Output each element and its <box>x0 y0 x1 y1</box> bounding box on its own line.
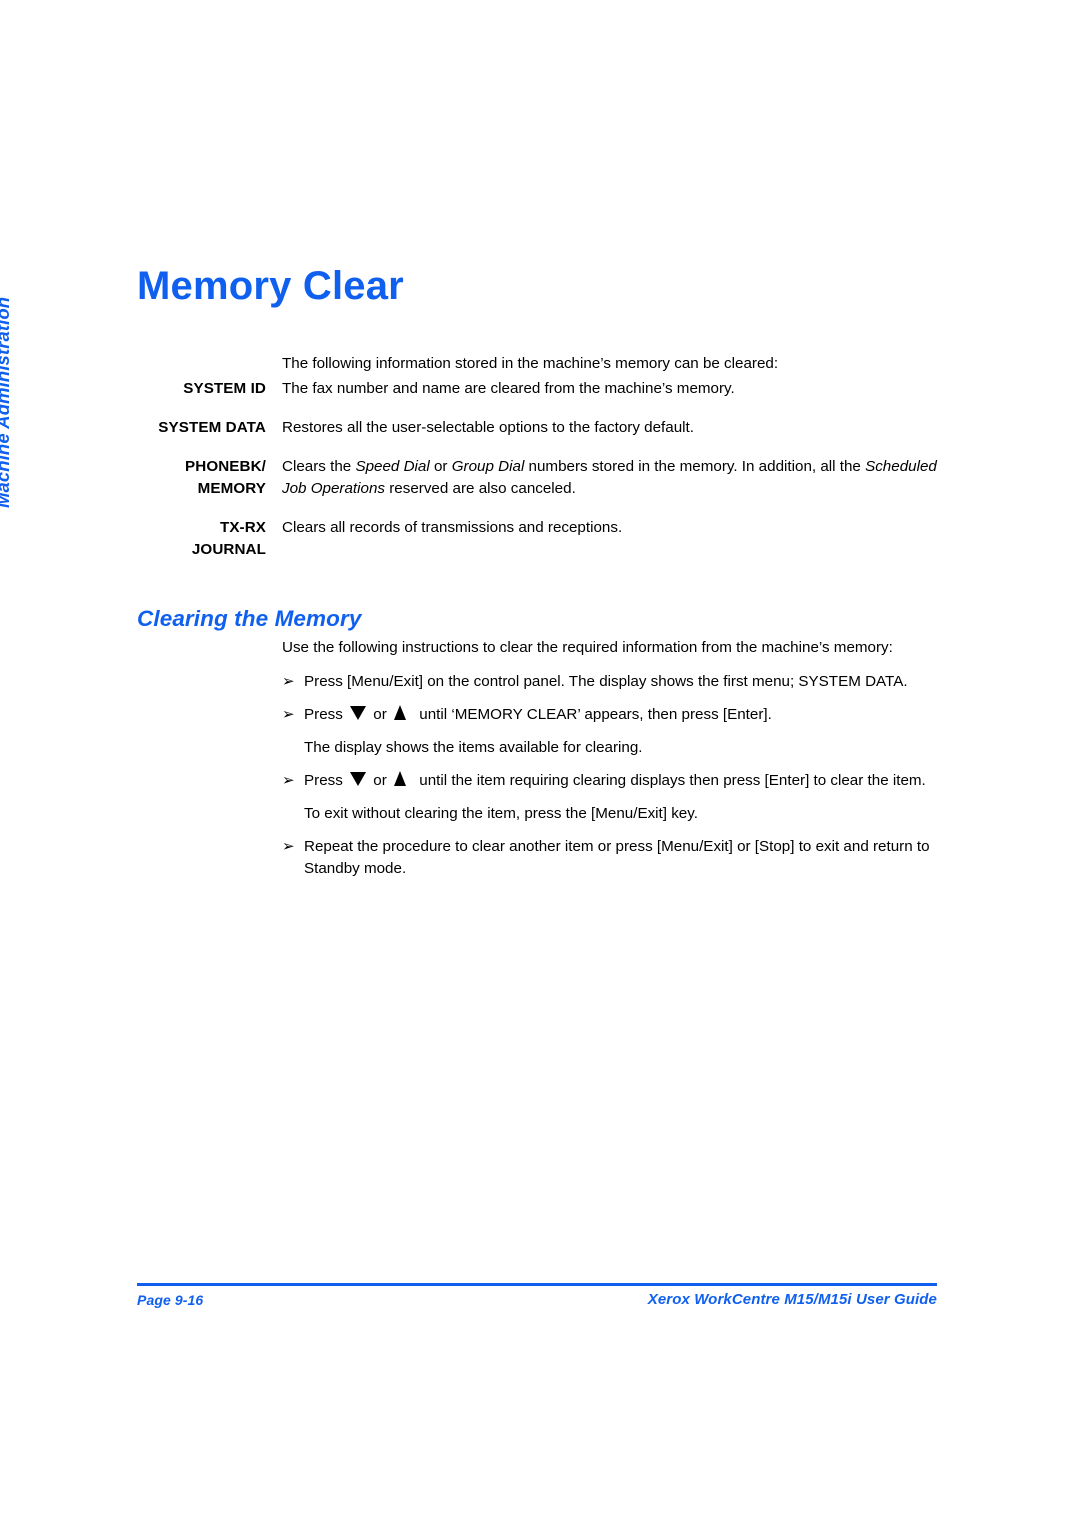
bullet-arrow-icon: ➢ <box>282 772 295 789</box>
instruction-step-4-text: Repeat the procedure to clear another it… <box>304 838 930 877</box>
definition-row-system-data: SYSTEM DATA Restores all the user-select… <box>140 417 960 439</box>
instruction-note-2-text: To exit without clearing the item, press… <box>304 805 698 822</box>
footer-guide-title: Xerox WorkCentre M15/M15i User Guide <box>647 1291 937 1308</box>
definition-term-system-data: SYSTEM DATA <box>158 419 266 436</box>
definition-description-system-data: Restores all the user-selectable options… <box>282 419 694 436</box>
bullet-arrow-icon: ➢ <box>282 673 295 690</box>
definition-list: SYSTEM ID The fax number and name are cl… <box>140 378 960 578</box>
definition-term-journal: JOURNAL <box>191 541 266 558</box>
desc-emphasis-group-dial: Group Dial <box>451 458 525 475</box>
definition-description-tx-rx-journal: Clears all records of transmissions and … <box>282 519 623 536</box>
instruction-note-1-text: The display shows the items available fo… <box>304 739 643 756</box>
sidebar-chapter-tab-label: Machine Administration <box>0 296 13 508</box>
definition-row-phonebk-memory: PHONEBK/ MEMORY Clears the Speed Dial or… <box>140 456 960 500</box>
definition-row-tx-rx-journal: TX-RX JOURNAL Clears all records of tran… <box>140 517 960 561</box>
page-title: Memory Clear <box>137 263 404 308</box>
definition-row-system-id: SYSTEM ID The fax number and name are cl… <box>140 378 960 400</box>
instruction-step-2-text-after: until ‘MEMORY CLEAR’ appears, then press… <box>419 706 772 723</box>
instruction-note-1: The display shows the items available fo… <box>282 737 964 759</box>
instruction-step-2-text-middle: or <box>373 706 387 723</box>
up-triangle-icon <box>394 705 407 720</box>
instruction-step-2-text-before: Press <box>304 706 343 723</box>
desc-emphasis-speed-dial: Speed Dial <box>355 458 430 475</box>
desc-text-4: reserved are also canceled. <box>385 480 576 497</box>
down-triangle-icon <box>350 706 367 720</box>
instruction-step-3-text-after: until the item requiring clearing displa… <box>419 772 926 789</box>
instruction-step-1: ➢ Press [Menu/Exit] on the control panel… <box>282 671 964 693</box>
instructions-lead-paragraph: Use the following instructions to clear … <box>282 639 893 656</box>
down-triangle-icon <box>350 772 367 786</box>
sidebar-chapter-tab: Machine Administration <box>0 278 16 508</box>
instruction-note-2: To exit without clearing the item, press… <box>282 803 964 825</box>
up-triangle-icon <box>394 771 407 786</box>
footer-divider <box>137 1283 937 1286</box>
section-heading-clearing-the-memory: Clearing the Memory <box>137 605 362 631</box>
desc-text-2: or <box>429 458 452 475</box>
definition-term-tx-rx: TX-RX <box>219 519 266 536</box>
definition-term-group-tx-rx-journal: TX-RX JOURNAL <box>140 517 266 561</box>
instruction-step-2: ➢ Press or until ‘MEMORY CLEAR’ appears,… <box>282 704 964 726</box>
definition-term-phonebk-memory: PHONEBK/ MEMORY <box>185 458 266 497</box>
intro-paragraph: The following information stored in the … <box>282 355 779 373</box>
desc-text-1: Clears the <box>282 458 356 475</box>
footer-page-number: Page 9-16 <box>137 1292 204 1308</box>
bullet-arrow-icon: ➢ <box>282 706 295 723</box>
instruction-step-3-text-before: Press <box>304 772 343 789</box>
definition-description-phonebk-memory: Clears the Speed Dial or Group Dial numb… <box>266 456 960 500</box>
instruction-step-3: ➢ Press or until the item requiring clea… <box>282 770 964 792</box>
desc-text-3: numbers stored in the memory. In additio… <box>524 458 866 475</box>
document-page: Machine Administration Memory Clear The … <box>0 0 1080 1528</box>
definition-description-system-id: The fax number and name are cleared from… <box>282 380 735 397</box>
instruction-step-4: ➢ Repeat the procedure to clear another … <box>282 836 964 880</box>
instruction-step-1-text: Press [Menu/Exit] on the control panel. … <box>304 673 908 690</box>
instruction-step-3-text-middle: or <box>373 772 387 789</box>
instructions-block: Use the following instructions to clear … <box>282 637 964 891</box>
definition-term-system-id: SYSTEM ID <box>183 380 266 397</box>
bullet-arrow-icon: ➢ <box>282 838 295 855</box>
